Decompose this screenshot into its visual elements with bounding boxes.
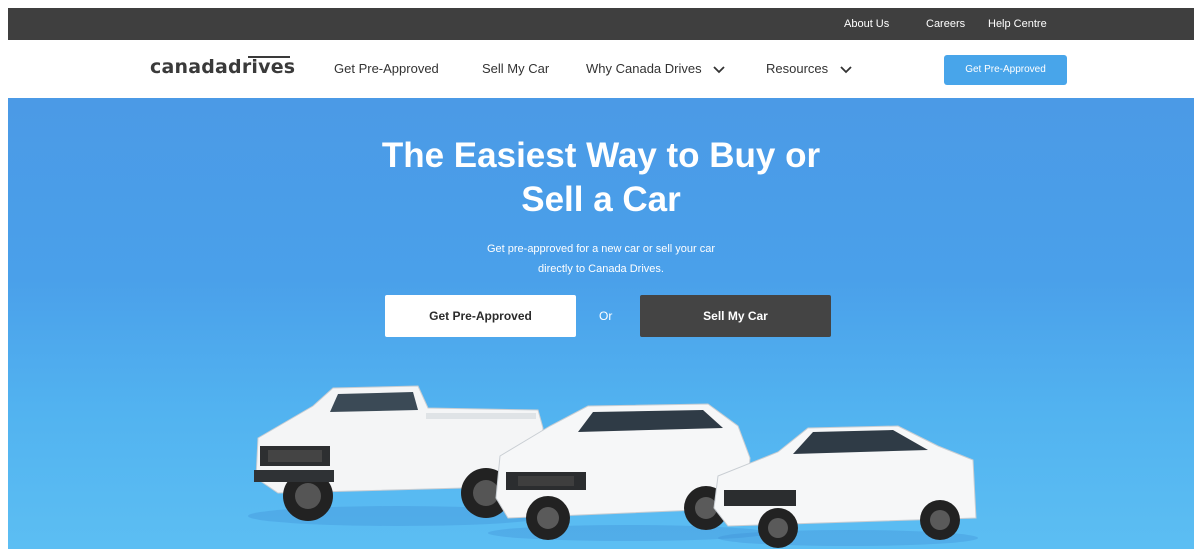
about-us-link[interactable]: About Us	[844, 8, 889, 40]
chevron-down-icon	[840, 57, 852, 83]
page: About Us Careers Help Centre canadadrive…	[8, 8, 1194, 549]
logo-bar	[248, 56, 290, 58]
chevron-down-icon	[713, 57, 725, 83]
logo-text: canadadrives	[150, 56, 296, 78]
nav-sell-my-car[interactable]: Sell My Car	[482, 56, 549, 82]
careers-link[interactable]: Careers	[926, 8, 965, 40]
nav-why-canada-drives-label: Why Canada Drives	[586, 61, 702, 76]
nav-cta-button[interactable]: Get Pre-Approved	[944, 55, 1067, 85]
nav-why-canada-drives[interactable]: Why Canada Drives	[586, 56, 725, 82]
hero-subtitle-line2: directly to Canada Drives.	[538, 263, 664, 275]
utility-bar: About Us Careers Help Centre	[8, 8, 1194, 40]
hero-subtitle-line1: Get pre-approved for a new car or sell y…	[486, 243, 716, 255]
help-centre-link[interactable]: Help Centre	[988, 8, 1047, 40]
logo[interactable]: canadadrives	[150, 56, 295, 80]
or-separator: Or	[599, 309, 613, 323]
hero-title: The Easiest Way to Buy or Sell a Car	[301, 134, 901, 222]
main-nav: canadadrives Get Pre-Approved Sell My Ca…	[8, 40, 1194, 98]
hero-title-line2: Sell a Car	[521, 180, 681, 219]
nav-resources-label: Resources	[766, 61, 829, 76]
nav-resources[interactable]: Resources	[766, 56, 852, 82]
nav-get-pre-approved[interactable]: Get Pre-Approved	[334, 56, 439, 82]
get-pre-approved-button[interactable]: Get Pre-Approved	[385, 295, 576, 337]
hero-section: The Easiest Way to Buy or Sell a Car Get…	[8, 98, 1194, 549]
hero-title-line1: The Easiest Way to Buy or	[381, 136, 821, 175]
hero-subtitle: Get pre-approved for a new car or sell y…	[401, 239, 801, 279]
cars-image	[248, 385, 978, 548]
sell-my-car-button[interactable]: Sell My Car	[640, 295, 831, 337]
